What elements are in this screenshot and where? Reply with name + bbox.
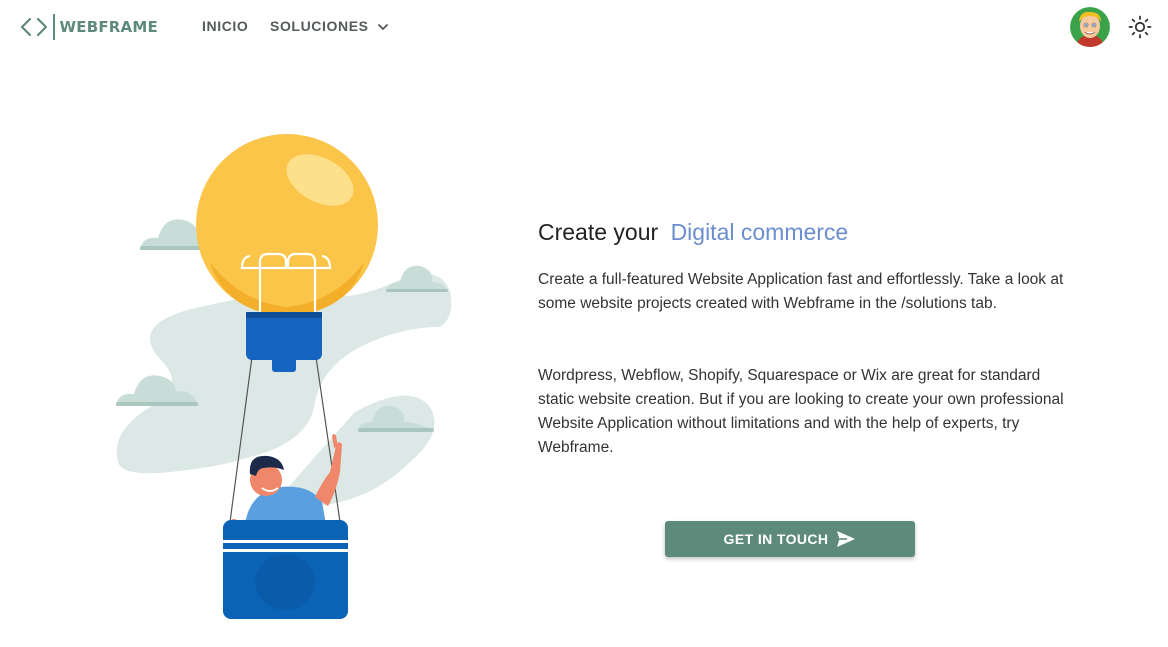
send-icon: [837, 531, 856, 547]
hero-title-prefix: Create your: [538, 219, 659, 245]
cta-label: GET IN TOUCH: [723, 531, 829, 547]
sun-icon[interactable]: [1128, 15, 1152, 39]
brand-logo[interactable]: WEBFRAME: [19, 14, 158, 40]
brand-name: WEBFRAME: [59, 18, 158, 36]
user-avatar[interactable]: [1070, 7, 1110, 47]
hero-title-accent: Digital commerce: [670, 219, 849, 245]
logo-divider: [53, 14, 55, 40]
hero-paragraph-1: Create a full-featured Website Applicati…: [538, 271, 1064, 312]
nav-link-inicio[interactable]: INICIO: [202, 18, 248, 34]
chevron-down-icon[interactable]: [376, 20, 390, 34]
hero-title: Create your Digital commerce: [538, 219, 848, 246]
hot-air-balloon-illustration: [116, 134, 452, 619]
nav-link-soluciones[interactable]: SOLUCIONES: [270, 18, 369, 34]
code-brackets-icon: [20, 17, 48, 37]
avatar-image: [1070, 7, 1110, 47]
hero-paragraph-2: Wordpress, Webflow, Shopify, Squarespace…: [538, 367, 1064, 456]
top-navigation-bar: WEBFRAME INICIO SOLUCIONES: [0, 0, 1168, 54]
get-in-touch-button[interactable]: GET IN TOUCH: [665, 521, 915, 557]
